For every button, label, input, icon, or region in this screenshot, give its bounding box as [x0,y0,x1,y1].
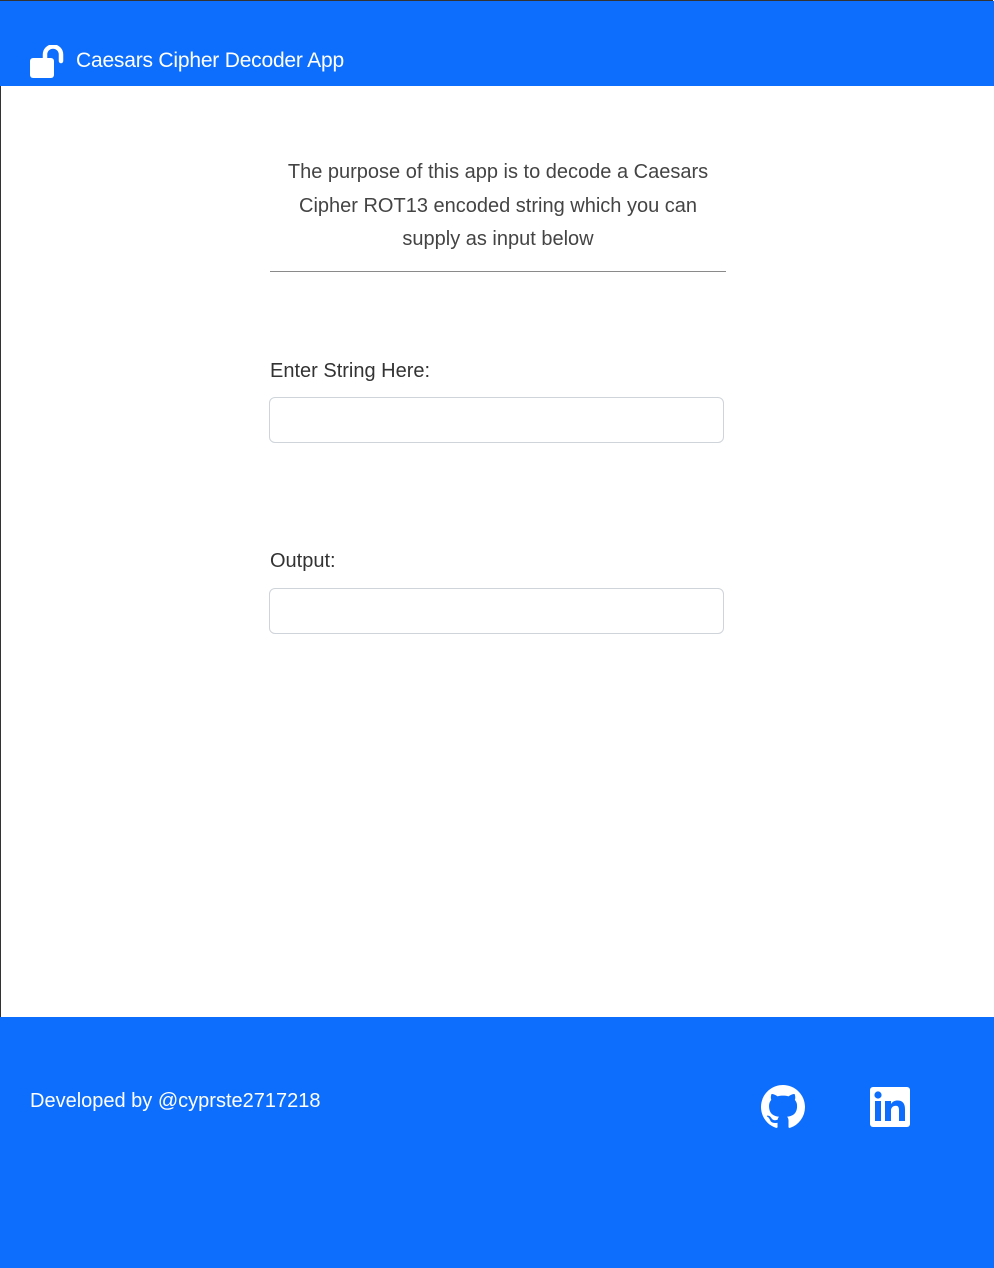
divider [270,270,726,272]
linkedin-icon [870,1087,910,1127]
github-icon [761,1085,805,1128]
main-content: The purpose of this app is to decode a C… [270,86,726,272]
cipher-output-field[interactable] [269,588,724,634]
app-title: Caesars Cipher Decoder App [76,49,344,72]
brand-link[interactable]: Caesars Cipher Decoder App [30,45,344,79]
github-link[interactable] [761,1085,805,1129]
app-description: The purpose of this app is to decode a C… [287,161,709,250]
navbar: Caesars Cipher Decoder App [0,1,994,86]
output-label: Output: [270,550,336,572]
cipher-input-field[interactable] [269,397,724,443]
footer: Developed by @cyprste2717218 [0,1017,994,1268]
developer-credit: Developed by @cyprste2717218 [30,1090,321,1112]
input-label: Enter String Here: [270,360,431,382]
linkedin-link[interactable] [868,1085,912,1129]
unlock-icon [30,45,64,78]
